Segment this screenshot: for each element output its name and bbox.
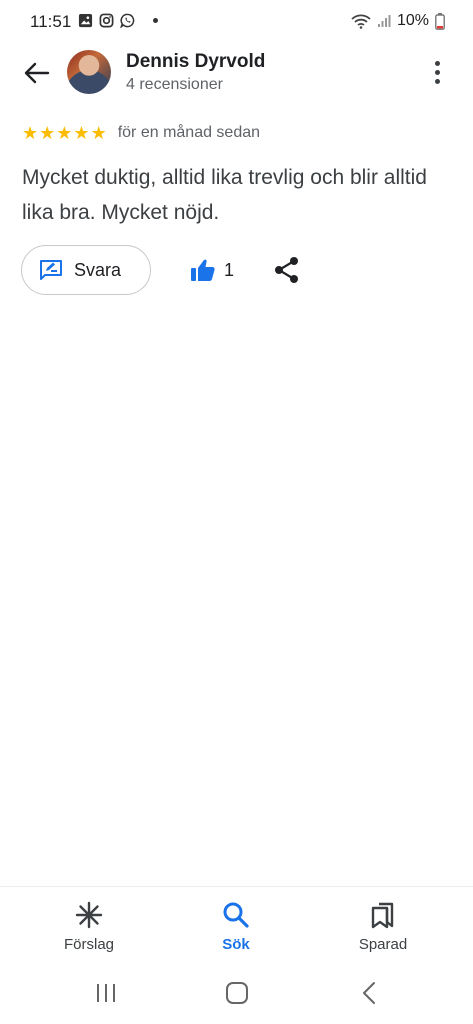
star-rating: ★ ★ ★ ★ ★ xyxy=(22,124,107,142)
chevron-left-icon xyxy=(363,982,375,1004)
rating-row: ★ ★ ★ ★ ★ för en månad sedan xyxy=(22,124,260,142)
more-vert-icon xyxy=(434,60,440,66)
share-icon xyxy=(275,257,298,283)
star-icon: ★ xyxy=(90,123,107,143)
arrow-back-icon xyxy=(24,62,50,84)
thumbs-up-icon xyxy=(191,259,215,281)
reply-icon xyxy=(40,260,62,280)
notification-dot xyxy=(153,18,158,23)
battery-percent: 10% xyxy=(396,12,429,29)
bookmarks-icon xyxy=(371,902,394,929)
like-button[interactable]: 1 xyxy=(190,255,234,285)
star-icon: ★ xyxy=(22,123,39,143)
recent-apps-button[interactable] xyxy=(94,980,118,1006)
review-text: Mycket duktig, alltid lika trevlig och b… xyxy=(22,166,427,224)
system-navigation-bar xyxy=(0,966,473,1024)
recents-icon xyxy=(97,984,115,1002)
status-time: 11:51 xyxy=(30,12,72,31)
signal-icon xyxy=(377,15,391,27)
nav-tab-forslag[interactable]: Förslag xyxy=(34,901,144,953)
whatsapp-icon xyxy=(120,13,135,28)
instagram-icon xyxy=(99,13,114,28)
back-button[interactable] xyxy=(22,58,52,88)
more-options-button[interactable] xyxy=(425,58,449,86)
star-icon: ★ xyxy=(39,123,56,143)
star-icon: ★ xyxy=(73,123,90,143)
wifi-icon xyxy=(351,14,371,29)
review-date: för en månad sedan xyxy=(117,124,261,141)
status-bar: 11:51 10% xyxy=(0,0,473,44)
sparkle-icon xyxy=(75,901,103,929)
nav-label-sparad: Sparad xyxy=(358,936,408,953)
search-icon xyxy=(223,902,249,928)
reply-label: Svara xyxy=(74,259,122,280)
nav-label-forslag: Förslag xyxy=(63,936,115,953)
bottom-navigation: Förslag Sök Sparad xyxy=(0,886,473,966)
reply-button[interactable]: Svara xyxy=(21,245,151,295)
reviewer-review-count: 4 recensioner xyxy=(126,76,223,93)
nav-tab-sok[interactable]: Sök xyxy=(181,901,291,953)
system-back-button[interactable] xyxy=(358,980,382,1006)
nav-tab-sparad[interactable]: Sparad xyxy=(328,901,438,953)
reviewer-name[interactable]: Dennis Dyrvold xyxy=(126,51,265,73)
review-header: Dennis Dyrvold 4 recensioner xyxy=(0,44,473,106)
gallery-icon xyxy=(78,13,93,28)
share-button[interactable] xyxy=(274,256,300,284)
nav-label-sok: Sök xyxy=(222,936,250,953)
status-notification-icons xyxy=(78,13,158,28)
star-icon: ★ xyxy=(56,123,73,143)
like-count: 1 xyxy=(224,259,235,280)
home-button[interactable] xyxy=(224,980,250,1006)
screen: 11:51 10% Dennis Dyrvold 4 recensioner ★… xyxy=(0,0,473,1024)
home-icon xyxy=(226,982,248,1004)
status-system-icons: 10% xyxy=(351,12,445,30)
battery-icon xyxy=(435,12,445,30)
avatar[interactable] xyxy=(67,50,111,94)
